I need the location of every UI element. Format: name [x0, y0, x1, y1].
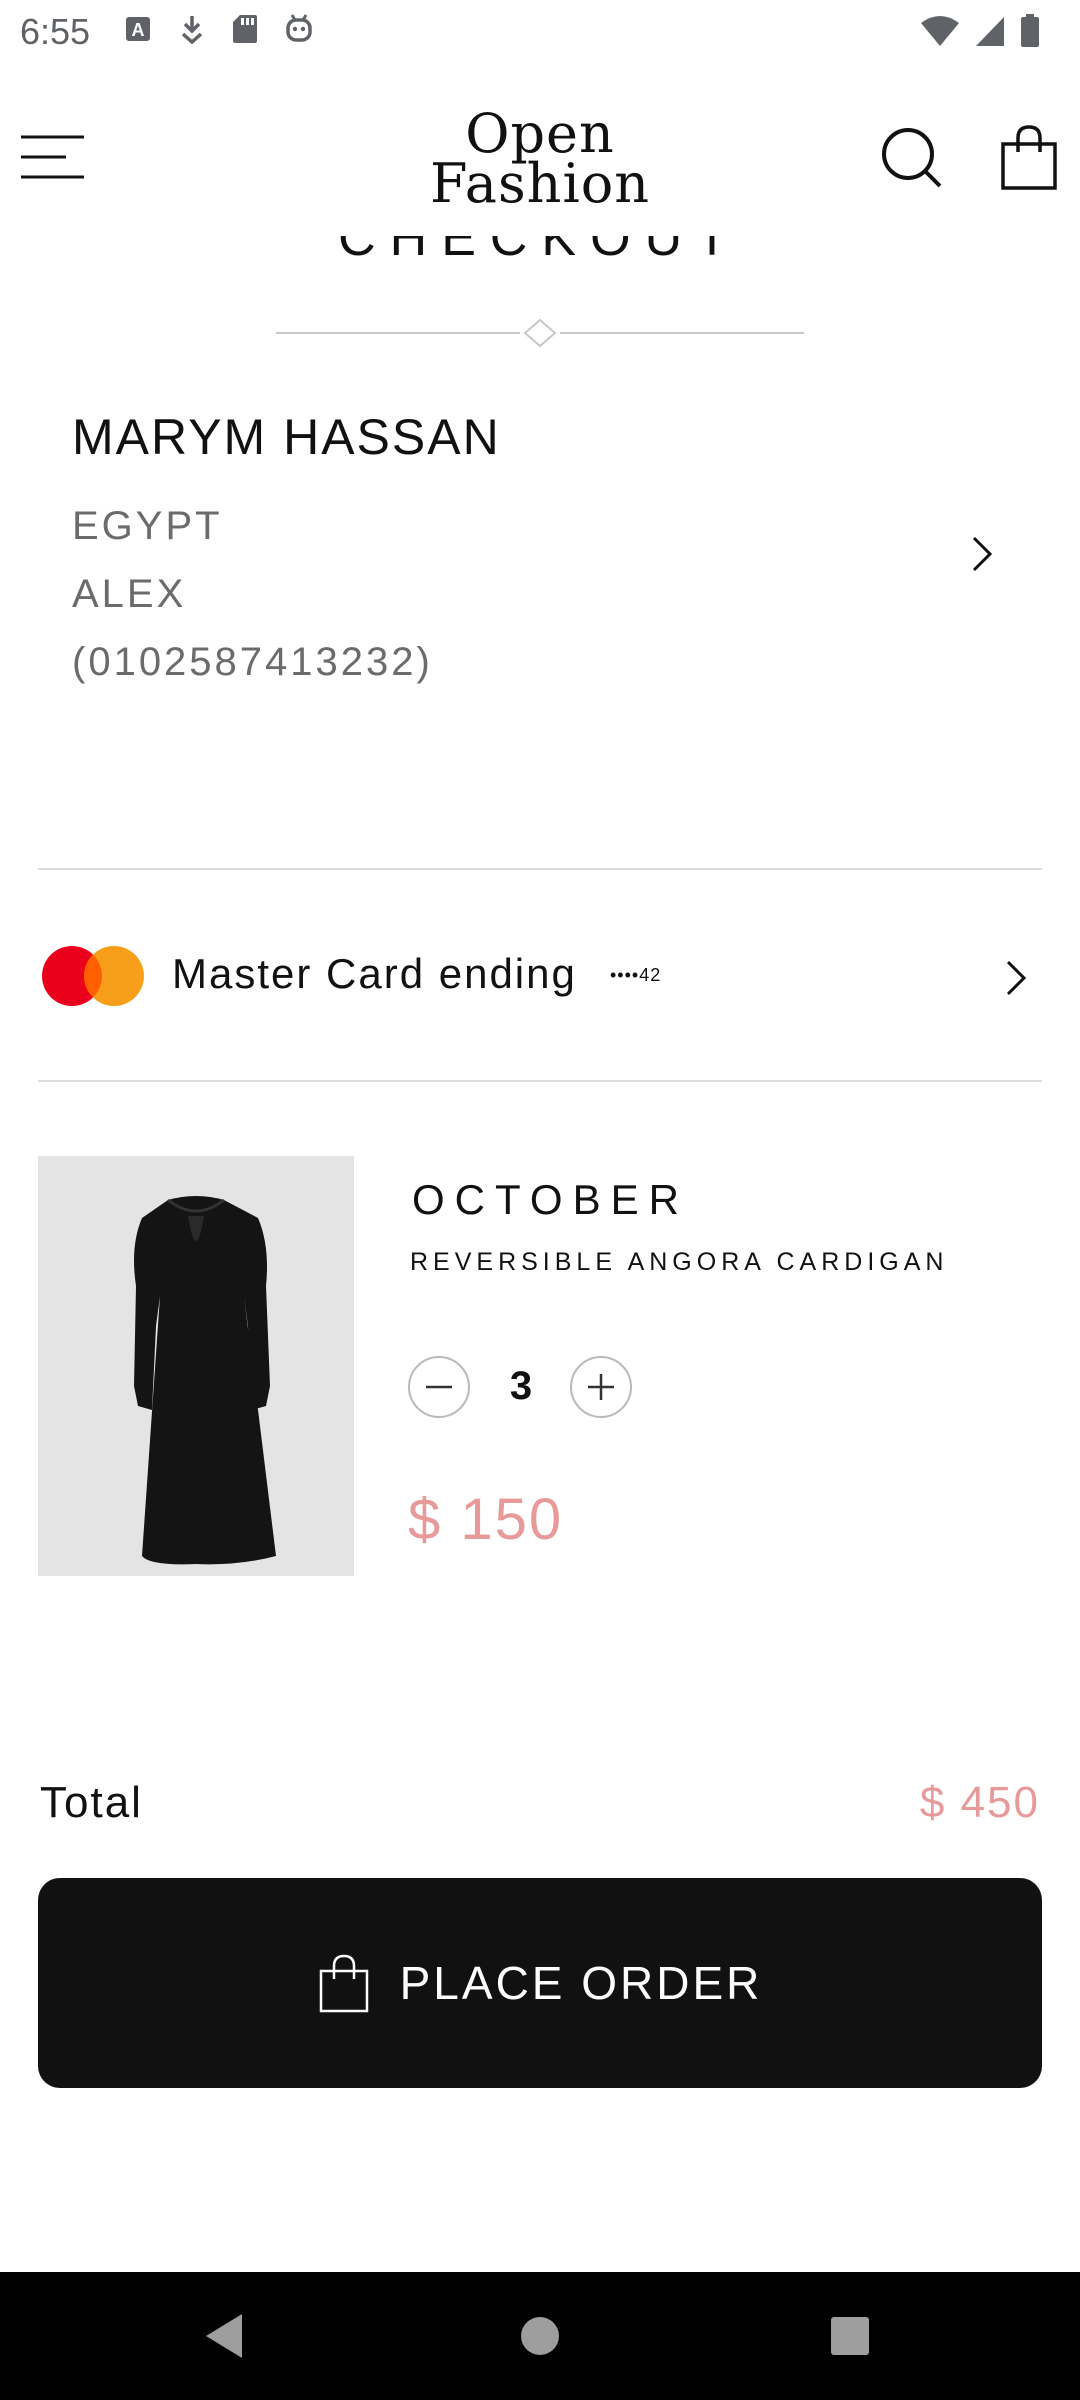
- status-icons-left: A: [124, 14, 314, 44]
- wifi-icon: [921, 16, 959, 46]
- android-icon: [286, 14, 312, 42]
- download-icon: [181, 16, 203, 44]
- divider: [38, 868, 1042, 870]
- address-phone: (0102587413232): [72, 640, 433, 684]
- shopping-bag-icon[interactable]: [1000, 124, 1058, 190]
- divider: [38, 1080, 1042, 1082]
- product-image[interactable]: [38, 1156, 354, 1576]
- card-number-masked: ••••42: [610, 965, 662, 985]
- address-city: ALEX: [72, 572, 187, 616]
- signal-icon: [976, 17, 1004, 46]
- address-name[interactable]: MARYM HASSAN: [72, 408, 501, 466]
- status-icons-right: [920, 14, 1040, 48]
- total-label: Total: [40, 1778, 143, 1827]
- total-value: $ 450: [919, 1778, 1040, 1827]
- a-box-icon: A: [126, 17, 150, 41]
- plus-icon: [588, 1374, 614, 1400]
- product-name: REVERSIBLE ANGORA CARDIGAN: [410, 1248, 949, 1276]
- back-icon[interactable]: [204, 2312, 244, 2360]
- status-time: 6:55: [20, 11, 91, 52]
- product-brand: OCTOBER: [412, 1176, 689, 1223]
- shopping-bag-icon: [319, 1954, 368, 2013]
- minus-icon: [426, 1385, 452, 1389]
- product-price: $ 150: [408, 1487, 564, 1552]
- page-title: CHECKOUT: [0, 236, 1080, 280]
- quantity-increase-button[interactable]: [570, 1356, 632, 1418]
- address-country: EGYPT: [72, 504, 223, 548]
- open-fashion-logo[interactable]: Open Fashion: [420, 102, 660, 215]
- payment-method-label[interactable]: Master Card ending: [172, 948, 577, 1000]
- place-order-label: PLACE ORDER: [399, 1957, 763, 2009]
- place-order-button[interactable]: PLACE ORDER: [38, 1878, 1042, 2088]
- quantity-value: 3: [509, 1364, 533, 1408]
- system-nav-bar: [0, 2272, 1080, 2400]
- logo-line-2: Fashion: [429, 152, 651, 215]
- battery-icon: [1021, 14, 1039, 47]
- svg-text:A: A: [132, 20, 145, 40]
- mastercard-icon: [40, 944, 146, 1008]
- home-icon[interactable]: [520, 2316, 560, 2356]
- search-icon[interactable]: [880, 126, 944, 190]
- sd-card-icon: [233, 15, 257, 43]
- address-chevron-right-icon[interactable]: [968, 534, 998, 574]
- payment-chevron-right-icon[interactable]: [1002, 958, 1032, 998]
- logo-line-1: Open: [465, 102, 615, 165]
- quantity-decrease-button[interactable]: [408, 1356, 470, 1418]
- menu-icon[interactable]: [20, 134, 86, 180]
- page-title-text: CHECKOUT: [338, 236, 742, 267]
- recents-icon[interactable]: [830, 2316, 870, 2356]
- title-divider: [276, 318, 804, 348]
